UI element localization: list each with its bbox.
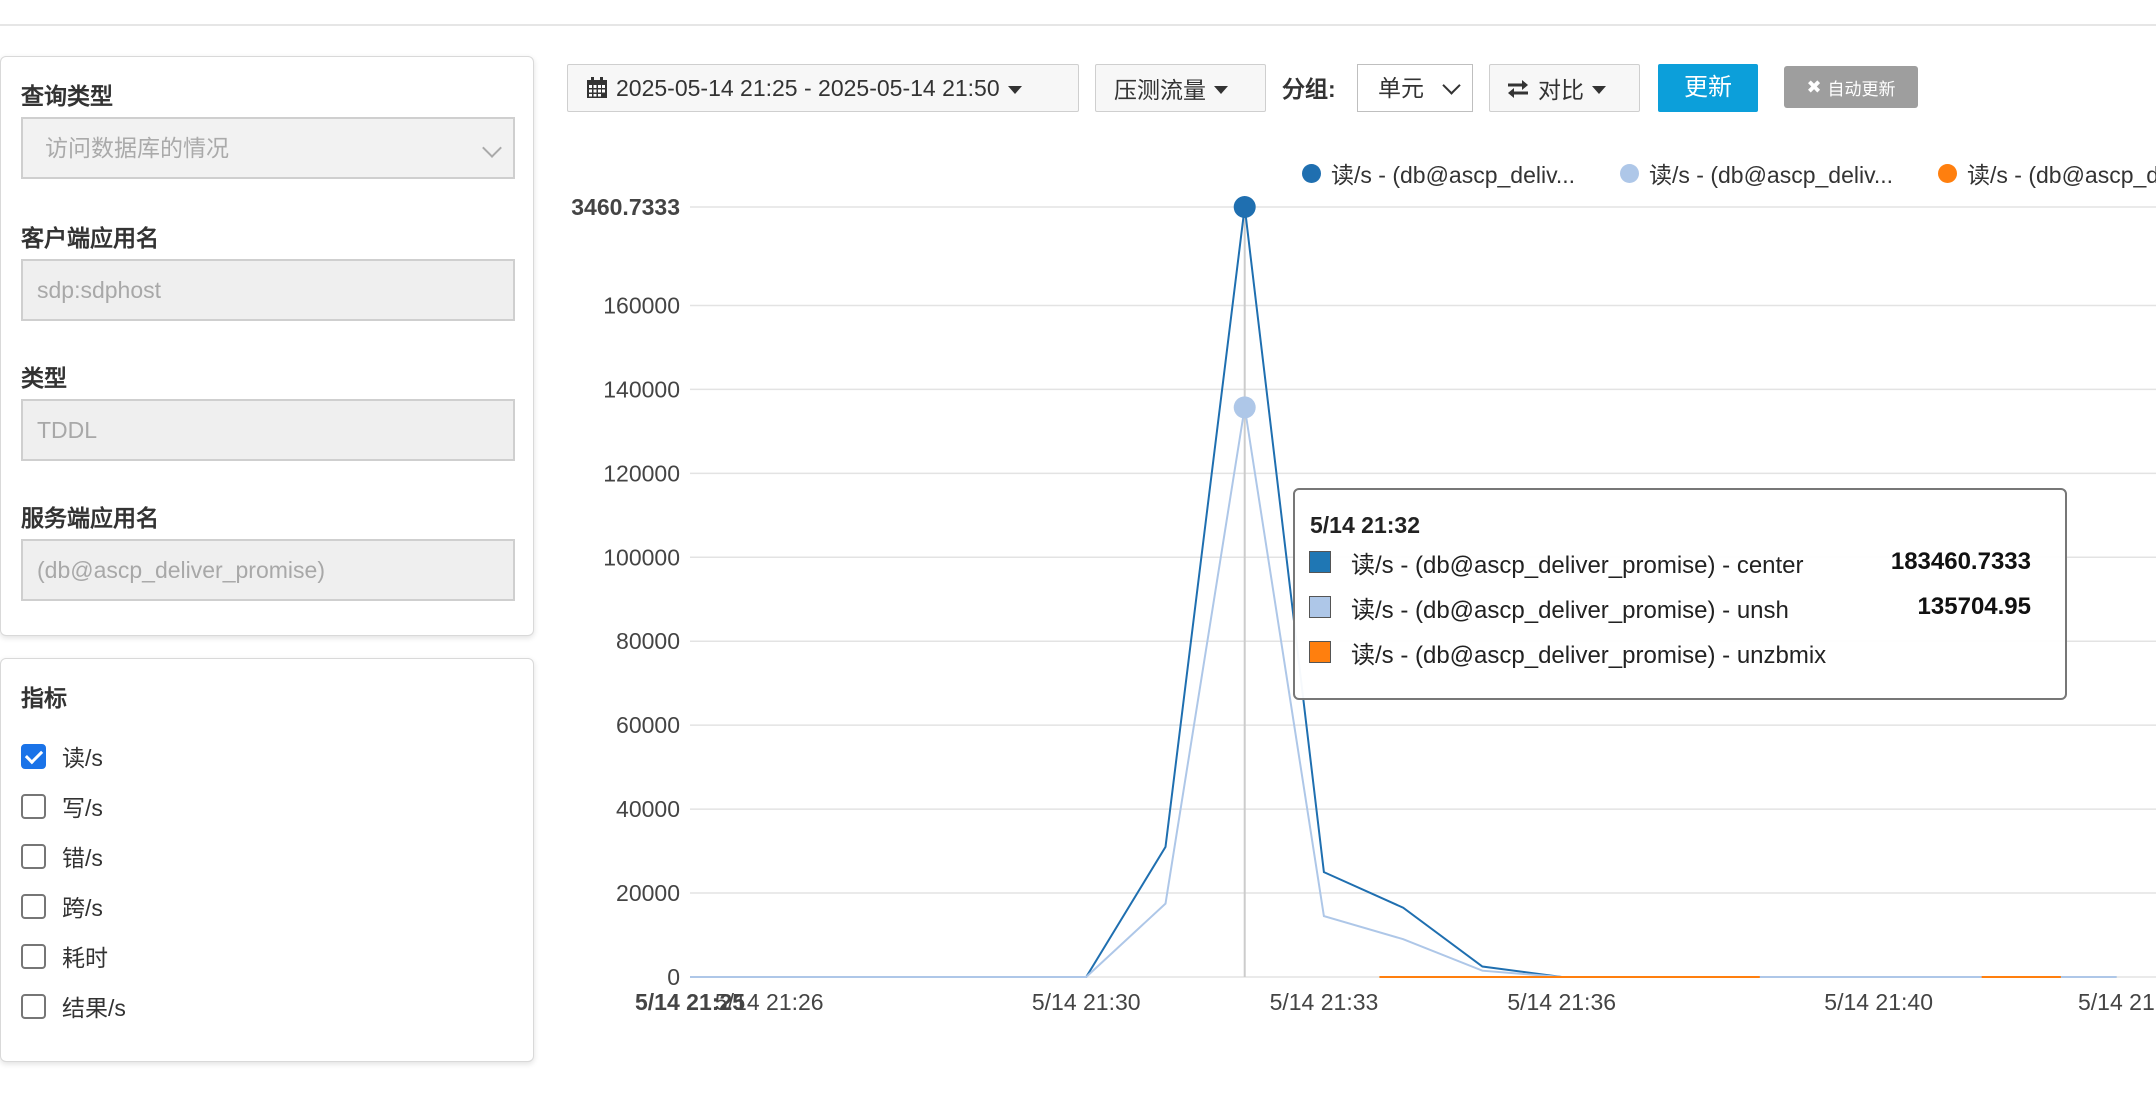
y-tick-label: 40000	[616, 796, 680, 822]
client-app-field[interactable]: sdp:sdphost	[21, 259, 515, 321]
tooltip-row-center: 读/s - (db@ascp_deliver_promise) - center…	[1309, 548, 2049, 579]
x-tick-label: 5/14 21:36	[1507, 989, 1616, 1015]
hover-point-center	[1233, 196, 1256, 218]
metric-latency-label: 耗时	[62, 945, 108, 971]
y-tick-label: 60000	[616, 712, 680, 738]
group-select[interactable]: 单元	[1357, 64, 1473, 112]
close-icon: ✖	[1806, 76, 1822, 97]
tooltip-swatch-center	[1309, 551, 1331, 573]
traffic-text: 压测流量	[1114, 77, 1206, 103]
y-tick-label: 120000	[603, 460, 680, 486]
query-type-value: 访问数据库的情况	[45, 135, 229, 161]
metric-cross-checkbox[interactable]	[21, 893, 46, 919]
y-max-label: 3460.7333	[571, 194, 680, 220]
metric-cross[interactable]: 跨/s	[21, 889, 103, 923]
group-label: 分组:	[1282, 76, 1336, 102]
hover-point-unsh	[1233, 396, 1256, 419]
metric-latency[interactable]: 耗时	[21, 939, 108, 973]
client-app-label: 客户端应用名	[21, 225, 159, 251]
compare-button[interactable]: 对比	[1489, 64, 1640, 112]
metric-error-checkbox[interactable]	[21, 843, 46, 869]
tooltip-name-center: 读/s - (db@ascp_deliver_promise) - center	[1351, 551, 1804, 579]
chevron-down-icon	[482, 138, 502, 158]
date-range-text: 2025-05-14 21:25 - 2025-05-14 21:50	[616, 74, 1000, 101]
tooltip-row-unzbmix: 读/s - (db@ascp_deliver_promise) - unzbmi…	[1309, 638, 2049, 669]
x-tick-label: 5/14 21:26	[715, 989, 824, 1015]
metric-result[interactable]: 结果/s	[21, 989, 126, 1023]
x-tick-label: 5/14 21:33	[1270, 989, 1379, 1015]
metric-write-label: 写/s	[62, 795, 103, 821]
chart-tooltip: 5/14 21:32 读/s - (db@ascp_deliver_promis…	[1293, 488, 2067, 700]
group-select-value: 单元	[1378, 75, 1424, 101]
query-type-select[interactable]: 访问数据库的情况	[21, 117, 515, 179]
tooltip-name-unsh: 读/s - (db@ascp_deliver_promise) - unsh	[1351, 596, 1789, 624]
compare-text: 对比	[1538, 77, 1584, 103]
metric-error[interactable]: 错/s	[21, 839, 103, 873]
swap-icon	[1506, 78, 1530, 98]
update-button[interactable]: 更新	[1658, 64, 1758, 112]
auto-update-button[interactable]: ✖ 自动更新	[1784, 66, 1918, 108]
type-label: 类型	[21, 365, 67, 391]
caret-down-icon	[1214, 85, 1228, 94]
date-range-button[interactable]: 2025-05-14 21:25 - 2025-05-14 21:50	[567, 64, 1079, 112]
metric-error-label: 错/s	[62, 845, 103, 871]
top-divider	[0, 24, 2156, 26]
metric-read-label: 读/s	[62, 745, 103, 771]
chevron-down-icon	[1442, 76, 1461, 95]
metrics-label: 指标	[21, 685, 67, 711]
y-tick-label: 80000	[616, 628, 680, 654]
x-tick-label: 5/14 21:40	[1824, 989, 1933, 1015]
tooltip-row-unsh: 读/s - (db@ascp_deliver_promise) - unsh 1…	[1309, 593, 2049, 624]
metric-read[interactable]: 读/s	[21, 739, 103, 773]
y-tick-label: 140000	[603, 376, 680, 402]
tooltip-swatch-unzbmix	[1309, 641, 1331, 663]
traffic-dropdown[interactable]: 压测流量	[1095, 64, 1266, 112]
metric-read-checkbox[interactable]	[21, 743, 46, 769]
metrics-panel: 指标 读/s 写/s 错/s 跨/s 耗时 结果/s	[0, 658, 534, 1062]
tooltip-value-center: 183460.7333	[1890, 548, 2031, 575]
metric-cross-label: 跨/s	[62, 895, 103, 921]
type-field[interactable]: TDDL	[21, 399, 515, 461]
metric-write-checkbox[interactable]	[21, 793, 46, 819]
y-tick-label: 0	[667, 964, 680, 990]
tooltip-value-unsh: 135704.95	[1917, 593, 2031, 620]
caret-down-icon	[1007, 85, 1022, 94]
tooltip-name-unzbmix: 读/s - (db@ascp_deliver_promise) - unzbmi…	[1351, 641, 1827, 669]
x-tick-label: 5/14 21:30	[1032, 989, 1141, 1015]
y-tick-label: 20000	[616, 880, 680, 906]
metric-latency-checkbox[interactable]	[21, 943, 46, 969]
y-tick-label: 100000	[603, 544, 680, 570]
metric-write[interactable]: 写/s	[21, 789, 103, 823]
filter-panel: 查询类型 访问数据库的情况 客户端应用名 sdp:sdphost 类型 TDDL…	[0, 56, 534, 636]
calendar-icon	[586, 77, 608, 99]
server-app-label: 服务端应用名	[21, 505, 159, 531]
metric-result-label: 结果/s	[62, 995, 126, 1021]
y-tick-label: 160000	[603, 292, 680, 318]
tooltip-swatch-unsh	[1309, 596, 1331, 618]
x-tick-label: 5/14 21	[2078, 989, 2155, 1015]
query-type-label: 查询类型	[21, 83, 113, 109]
auto-update-text: 自动更新	[1827, 79, 1896, 99]
metric-result-checkbox[interactable]	[21, 993, 46, 1019]
server-app-field[interactable]: (db@ascp_deliver_promise)	[21, 539, 515, 601]
caret-down-icon	[1592, 85, 1606, 94]
tooltip-title: 5/14 21:32	[1310, 512, 1420, 538]
